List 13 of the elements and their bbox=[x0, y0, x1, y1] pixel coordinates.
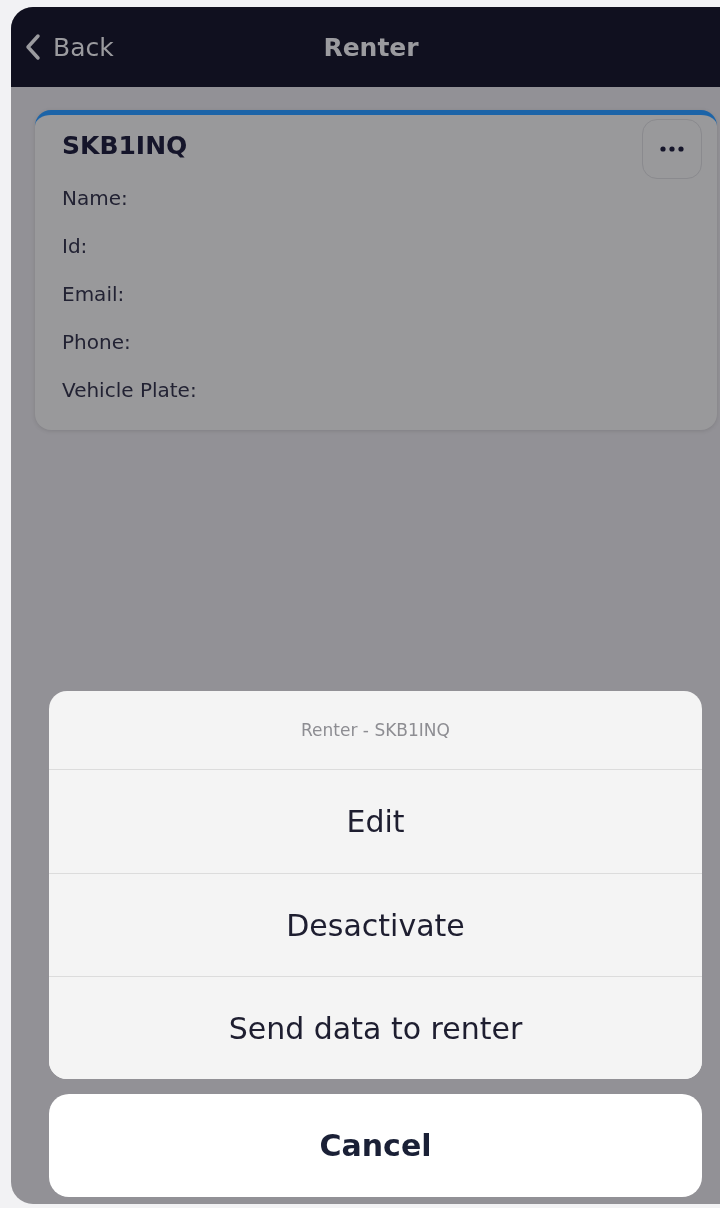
cancel-button[interactable]: Cancel bbox=[49, 1094, 702, 1197]
field-label: Name: bbox=[62, 185, 129, 212]
plate-number: SKB1INQ bbox=[62, 131, 188, 160]
field-label: Phone: bbox=[62, 329, 132, 356]
chevron-left-icon bbox=[25, 33, 41, 61]
page-title: Renter bbox=[323, 32, 419, 62]
field-label: Email: bbox=[62, 281, 126, 308]
more-button[interactable] bbox=[642, 119, 702, 179]
back-link[interactable]: Back bbox=[25, 32, 114, 62]
action-item[interactable]: Send data to renter bbox=[49, 976, 702, 1079]
more-dots-icon bbox=[660, 146, 684, 152]
field-label: Vehicle Plate: bbox=[62, 377, 198, 404]
field-label: Id: bbox=[62, 233, 89, 260]
